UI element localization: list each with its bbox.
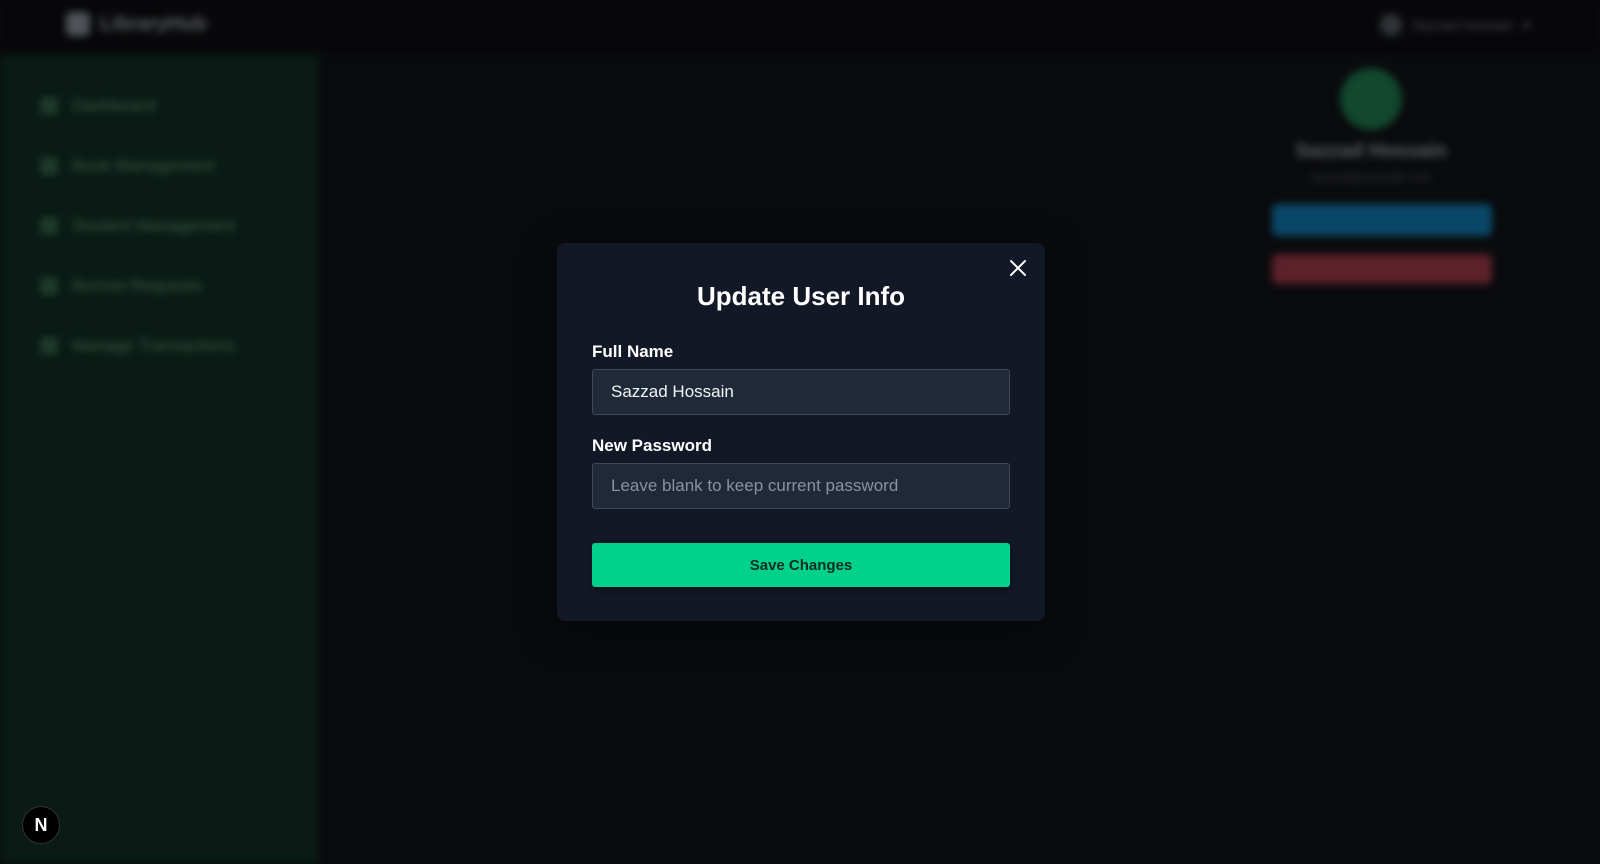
update-user-modal: Update User Info Full Name New Password … [557,243,1045,621]
new-password-input[interactable] [592,463,1010,509]
modal-title: Update User Info [696,281,906,311]
close-icon[interactable] [1005,255,1031,281]
full-name-input[interactable] [592,369,1010,415]
save-changes-button[interactable]: Save Changes [592,543,1010,587]
full-name-label: Full Name [592,342,674,361]
nextjs-dev-badge[interactable]: N [22,806,60,844]
new-password-label: New Password [592,436,712,455]
